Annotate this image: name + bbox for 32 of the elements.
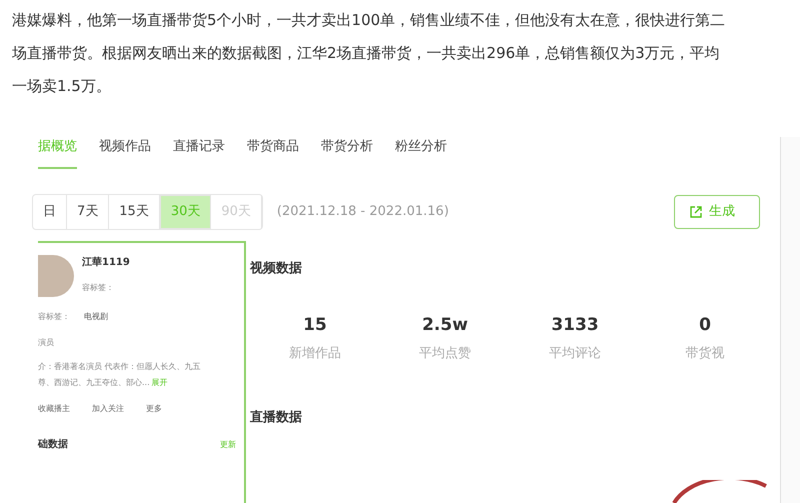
tab[interactable]: 直播记录 (173, 137, 225, 166)
stat-value: 0 (699, 314, 711, 336)
tag-label: 容标签： (38, 311, 70, 323)
tab[interactable]: 带货分析 (321, 137, 373, 166)
date-range: (2021.12.18 - 2022.01.16) (276, 203, 449, 222)
bio-text: 介：香港著名演员 代表作：但愿人长久、九五 (38, 361, 202, 373)
profile-action[interactable]: 更多 (146, 403, 162, 415)
stat-value: 3133 (551, 314, 599, 336)
tab[interactable]: 粉丝分析 (395, 137, 447, 166)
stat-value: 2.5w (422, 314, 468, 336)
role-text: 演员 (38, 337, 55, 349)
bio-text: 尊、西游记、九王夺位、部心... (38, 377, 150, 389)
tab[interactable]: 带货商品 (247, 137, 299, 166)
profile-action[interactable]: 加入关注 (92, 403, 124, 415)
tab[interactable]: 视频作品 (99, 137, 151, 166)
section-title: 础数据 (38, 438, 68, 452)
range-button[interactable]: 7天 (67, 195, 110, 229)
stat-label: 带货视 (686, 345, 724, 363)
range-button[interactable]: 日 (33, 195, 67, 229)
tag-value: 电视剧 (84, 311, 108, 323)
share-icon (689, 205, 703, 219)
article-paragraph: 港媒爆料，他第一场直播带货5个小时，一共才卖出100单，销售业绩不佳，但他没有太在意，很快进行第二场直播带货。根据网友晒出来的数据截图，江华2场直播带货，一共卖出296单，总销售额仅为3万元，平均一场卖1.5万。 (11, 10, 726, 97)
profile-action[interactable]: 收藏播主 (38, 403, 70, 415)
profile-name: 江華1119 (82, 256, 130, 270)
tag-label: 容标签： (82, 282, 115, 294)
section-title: 视频数据 (250, 260, 303, 278)
avatar (38, 255, 74, 297)
stat-value: 15 (303, 314, 327, 336)
stat-label: 平均评论 (549, 345, 601, 363)
section-title: 直播数据 (250, 408, 303, 426)
stat-label: 平均点赞 (419, 345, 471, 363)
stat-label: 新增作品 (289, 345, 341, 363)
